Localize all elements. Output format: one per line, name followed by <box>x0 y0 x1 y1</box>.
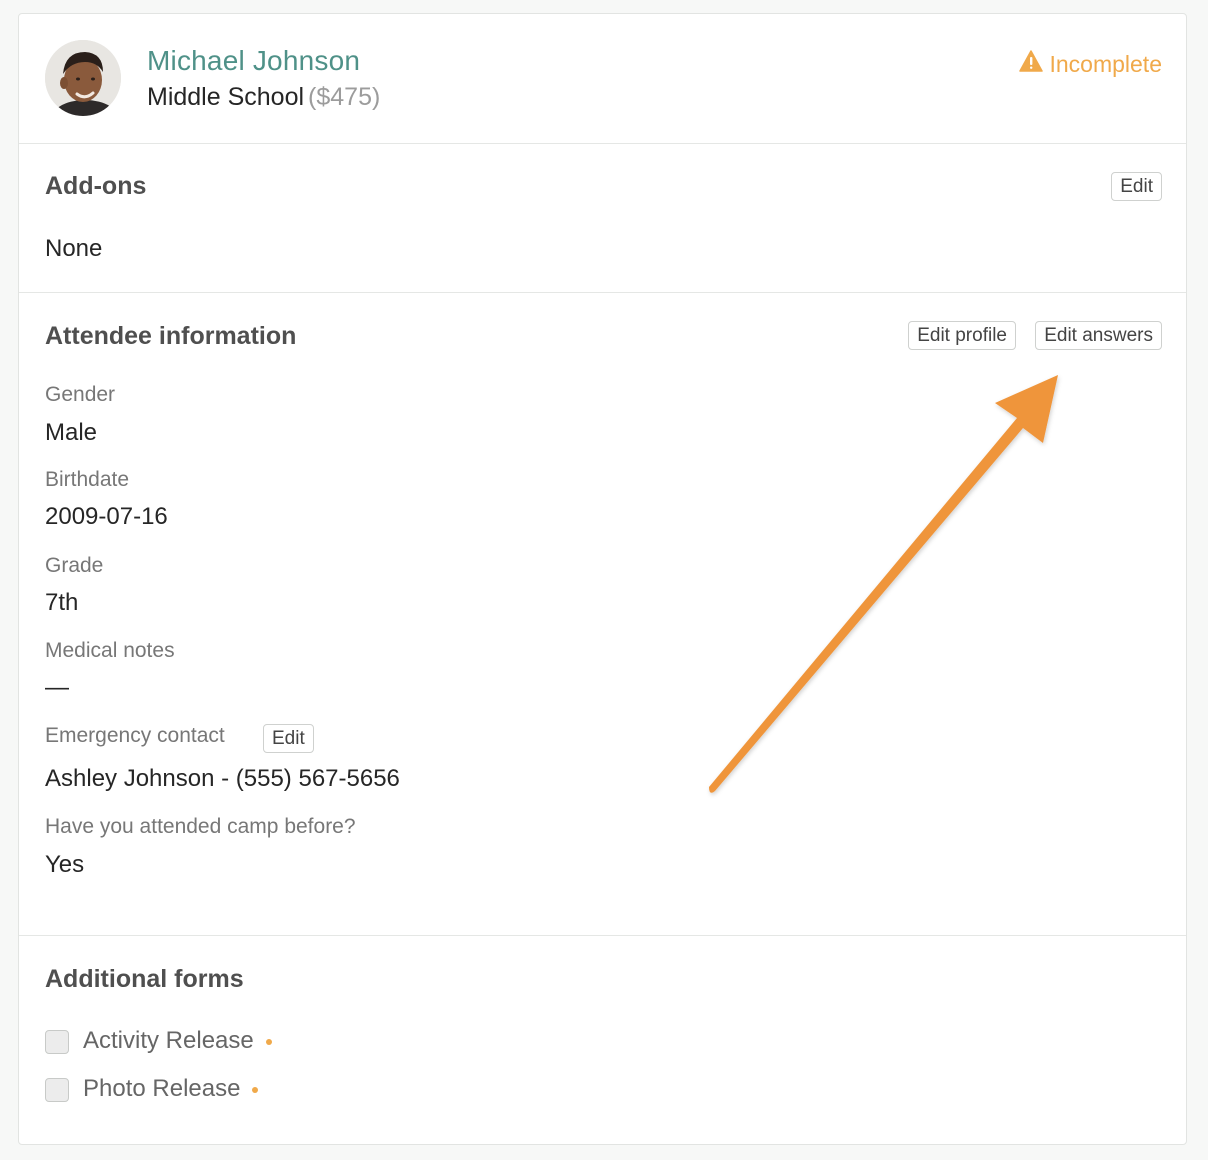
medical-notes-label: Medical notes <box>45 639 175 662</box>
program-line: Middle School ($475) <box>147 83 380 112</box>
status-badge: Incomplete <box>1019 50 1162 78</box>
gender-value: Male <box>45 419 98 446</box>
warning-icon <box>1019 50 1044 78</box>
edit-answers-button[interactable]: Edit answers <box>1035 321 1162 350</box>
additional-forms-section: Additional forms Activity Release Photo … <box>19 935 1186 1146</box>
required-dot-icon <box>265 1038 272 1045</box>
attended-before-label: Have you attended camp before? <box>45 815 356 838</box>
additional-forms-title: Additional forms <box>45 965 244 993</box>
required-dot-icon <box>252 1086 259 1093</box>
birthdate-label: Birthdate <box>45 468 130 491</box>
attendee-name[interactable]: Michael Johnson <box>147 45 360 77</box>
activity-release-item[interactable]: Activity Release <box>83 1027 272 1055</box>
attendee-info-title: Attendee information <box>45 322 297 350</box>
attendee-info-section: Attendee information Edit profile Edit a… <box>19 292 1186 935</box>
avatar <box>45 40 121 116</box>
program-price: ($475) <box>308 83 381 111</box>
activity-release-checkbox[interactable] <box>45 1030 69 1054</box>
addons-section: Add-ons Edit None <box>19 143 1186 292</box>
grade-value: 7th <box>45 589 79 616</box>
grade-label: Grade <box>45 554 104 577</box>
program-name: Middle School <box>147 83 305 111</box>
emergency-contact-edit-button[interactable]: Edit <box>263 724 314 753</box>
attendee-header: Michael Johnson Middle School ($475) Inco… <box>19 14 1186 143</box>
registration-card: Michael Johnson Middle School ($475) Inco… <box>18 13 1187 1145</box>
birthdate-value: 2009-07-16 <box>45 503 168 530</box>
emergency-contact-value: Ashley Johnson - (555) 567-5656 <box>45 765 400 792</box>
photo-release-label: Photo Release <box>83 1075 241 1102</box>
medical-notes-value: — <box>45 674 69 701</box>
attended-before-value: Yes <box>45 851 85 878</box>
emergency-contact-label: Emergency contact <box>45 724 225 747</box>
addons-value: None <box>45 235 103 262</box>
photo-release-checkbox[interactable] <box>45 1078 69 1102</box>
activity-release-label: Activity Release <box>83 1027 254 1054</box>
addons-edit-button[interactable]: Edit <box>1111 172 1162 201</box>
addons-title: Add-ons <box>45 172 147 200</box>
edit-profile-button[interactable]: Edit profile <box>908 321 1016 350</box>
status-text: Incomplete <box>1049 50 1162 77</box>
photo-release-item[interactable]: Photo Release <box>83 1075 259 1103</box>
gender-label: Gender <box>45 383 116 406</box>
